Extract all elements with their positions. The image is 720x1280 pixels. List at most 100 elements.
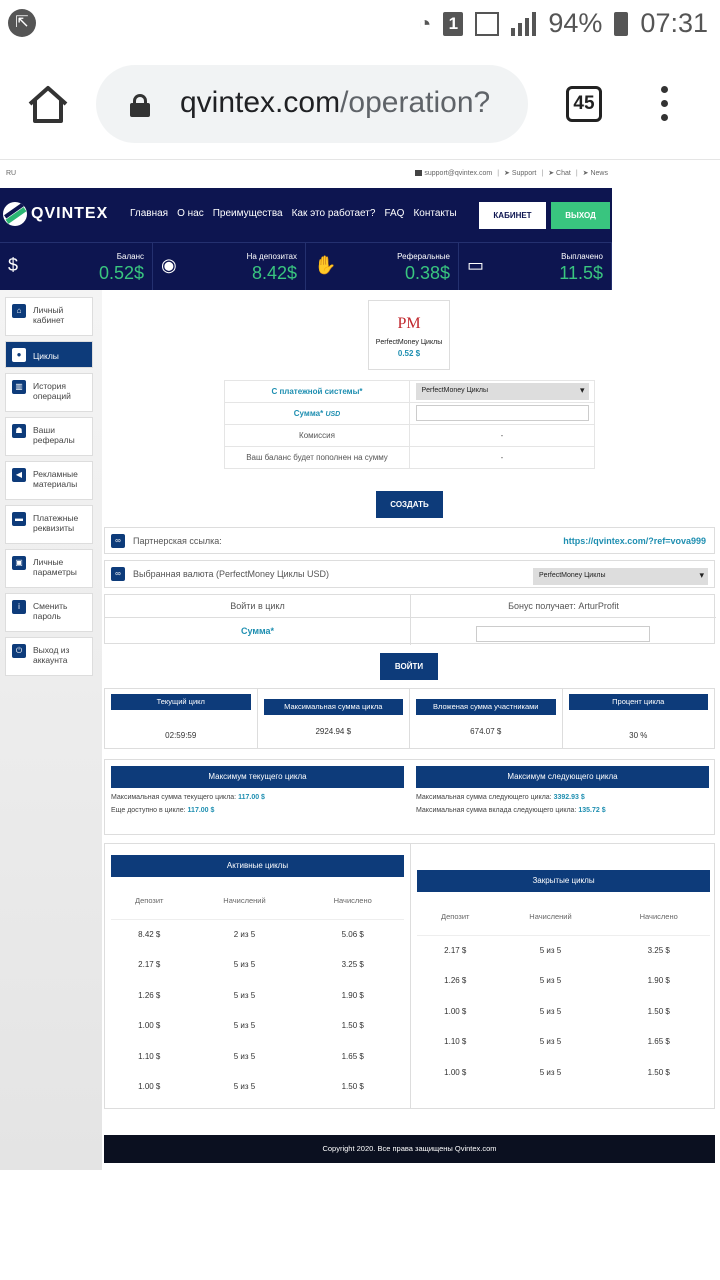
sim-badge: 1 (443, 11, 464, 36)
total-value: - (409, 446, 595, 469)
table-cell: 5 из 5 (233, 960, 256, 970)
table-cell: 1.50 $ (647, 1006, 670, 1016)
home-icon[interactable] (26, 84, 70, 124)
news-link[interactable]: ➤ News (583, 169, 608, 177)
table-cell: 1.50 $ (341, 1021, 364, 1031)
table-cell: 5 из 5 (539, 1037, 562, 1047)
signal-icon (511, 11, 537, 36)
currency-select[interactable]: PerfectMoney Циклы (533, 568, 708, 585)
email-link[interactable]: support@qvintex.com (415, 170, 492, 177)
table-cell: 2.17 $ (444, 946, 467, 955)
amount-input[interactable] (415, 404, 589, 421)
url-domain: qvintex.com (180, 86, 341, 119)
logout-button[interactable]: ВЫХОД (551, 202, 610, 229)
top-strip: RU support@qvintex.com | ➤ Support | ➤ C… (6, 169, 608, 178)
coins-icon: ◉ (161, 255, 177, 275)
nav-how-it-works[interactable]: Как это работает? (292, 208, 376, 219)
money-icon: $ (8, 255, 19, 275)
sidebar: ⌂ Личный кабинет ● Циклы ▥ История операций… (5, 297, 93, 681)
table-cell: 1.26 $ (138, 990, 161, 1000)
nav-about[interactable]: О нас (177, 208, 204, 219)
tab-switcher-button[interactable]: 45 (566, 86, 602, 122)
balance-stats: $ Баланс 0.52$ ◉ На депозитах 8.42$ ✋ Ре… (0, 242, 612, 290)
max-current-cycle: Максимум текущего цикла Максимальная сум… (111, 766, 404, 814)
table-cell: 5 из 5 (539, 1067, 562, 1077)
column-header: Депозит (417, 899, 494, 936)
no-signal-icon (475, 11, 500, 36)
table-cell: 1.26 $ (444, 976, 467, 986)
support-link[interactable]: ➤ Support (504, 169, 536, 177)
table-cell: 8.42 $ (138, 930, 161, 939)
table-cell: 2.17 $ (138, 960, 161, 970)
table-cell: 1.90 $ (647, 976, 670, 986)
battery-icon (614, 11, 629, 36)
id-card-icon: ▣ (12, 556, 26, 570)
table-cell: 1.00 $ (444, 1067, 467, 1077)
wallet-card[interactable]: PM PerfectMoney Циклы 0.52 $ (368, 300, 450, 370)
payment-system-select[interactable]: PerfectMoney Циклы (415, 383, 589, 400)
wallet-name: PerfectMoney Циклы (375, 339, 443, 346)
column-header: Начислено (607, 899, 710, 936)
site-logo[interactable]: QVINTEX (3, 202, 108, 226)
table-row: 2.17 $ 5 из 5 3.25 $ (111, 950, 404, 981)
users-icon: ☗ (12, 424, 26, 438)
column-header: Начислений (187, 883, 302, 920)
footer-copyright: Copyright 2020. Все права защищены Qvint… (104, 1135, 715, 1163)
chat-link[interactable]: ➤ Chat (548, 169, 571, 177)
cycle-info: Текущий цикл 02:59:59 Максимальная сумма… (104, 688, 715, 749)
stat-balance: $ Баланс 0.52$ (0, 242, 153, 290)
max-next-cycle: Максимум следующего цикла Максимальная с… (416, 766, 709, 814)
table-row: 1.00 $ 5 из 5 1.50 $ (417, 996, 710, 1027)
main-nav: Главная О нас Преимущества Как это работ… (130, 208, 457, 219)
sidebar-item-logout[interactable]: ⏻ Выход из аккаунта (5, 637, 93, 676)
mail-icon (415, 169, 423, 176)
nav-advantages[interactable]: Преимущества (213, 208, 283, 219)
megaphone-icon: ◀ (12, 468, 26, 482)
status-bar: ⇱ ◔ 1 94% 07:31 (0, 0, 720, 50)
sidebar-item-promo[interactable]: ◀ Рекламные материалы (5, 461, 93, 500)
lock-icon (130, 94, 150, 117)
payment-system-label: С платежной системы* (224, 380, 410, 403)
create-button[interactable]: СОЗДАТЬ (376, 491, 443, 518)
sidebar-item-cabinet[interactable]: ⌂ Личный кабинет (5, 297, 93, 336)
table-cell: 1.00 $ (444, 1006, 467, 1016)
nav-faq[interactable]: FAQ (384, 208, 404, 219)
table-row: 2.17 $ 5 из 5 3.25 $ (417, 935, 710, 966)
nav-contacts[interactable]: Контакты (413, 208, 456, 219)
sidebar-item-payment-details[interactable]: ▬ Платежные реквизиты (5, 505, 93, 544)
sidebar-item-referrals[interactable]: ☗ Ваши рефералы (5, 417, 93, 456)
sidebar-item-settings[interactable]: ▣ Личные параметры (5, 549, 93, 588)
join-amount-input[interactable] (476, 626, 650, 642)
table-cell: 5 из 5 (539, 976, 562, 986)
wallet-icon: ▭ (467, 255, 485, 275)
send-icon: ➤ (582, 170, 589, 177)
perfectmoney-logo: PM (397, 315, 421, 332)
sidebar-item-history[interactable]: ▥ История операций (5, 373, 93, 412)
cabinet-button[interactable]: КАБИНЕТ (479, 202, 546, 229)
column-header: Начислений (493, 899, 608, 936)
sidebar-item-cycles[interactable]: ● Циклы (5, 341, 93, 368)
table-cell: 1.10 $ (444, 1037, 467, 1047)
table-row: 8.42 $ 2 из 5 5.06 $ (111, 919, 404, 950)
referral-link[interactable]: https://qvintex.com/?ref=vova999 (563, 536, 706, 546)
language-switch[interactable]: RU (6, 170, 16, 177)
table-cell: 3.25 $ (341, 960, 364, 970)
total-label: Ваш баланс будет пополнен на сумму (224, 446, 410, 469)
site-header: QVINTEX Главная О нас Преимущества Как э… (0, 188, 612, 242)
join-button[interactable]: ВОЙТИ (380, 653, 438, 680)
table-row: 1.10 $ 5 из 5 1.65 $ (417, 1027, 710, 1058)
link-icon: ∞ (111, 534, 125, 548)
table-row: 1.00 $ 5 из 5 1.50 $ (111, 1011, 404, 1042)
wifi-icon: ◔ (418, 10, 432, 36)
sidebar-item-password[interactable]: i Сменить пароль (5, 593, 93, 632)
info-max-cycle-sum: Максимальная сумма цикла 2924.94 $ (258, 689, 410, 748)
stat-paid: ▭ Выплачено 11.5$ (459, 242, 612, 290)
deposit-form: С платежной системы* PerfectMoney Циклы … (224, 380, 595, 469)
cycle-icon: ● (12, 348, 26, 362)
overflow-menu-icon[interactable] (659, 86, 669, 124)
table-cell: 5 из 5 (233, 1051, 256, 1061)
nav-home[interactable]: Главная (130, 208, 168, 219)
table-cell: 5 из 5 (539, 1006, 562, 1016)
referral-link-row: ∞ Партнерская ссылка: https://qvintex.co… (104, 527, 715, 554)
address-bar[interactable]: qvintex.com/operation? (96, 65, 528, 143)
